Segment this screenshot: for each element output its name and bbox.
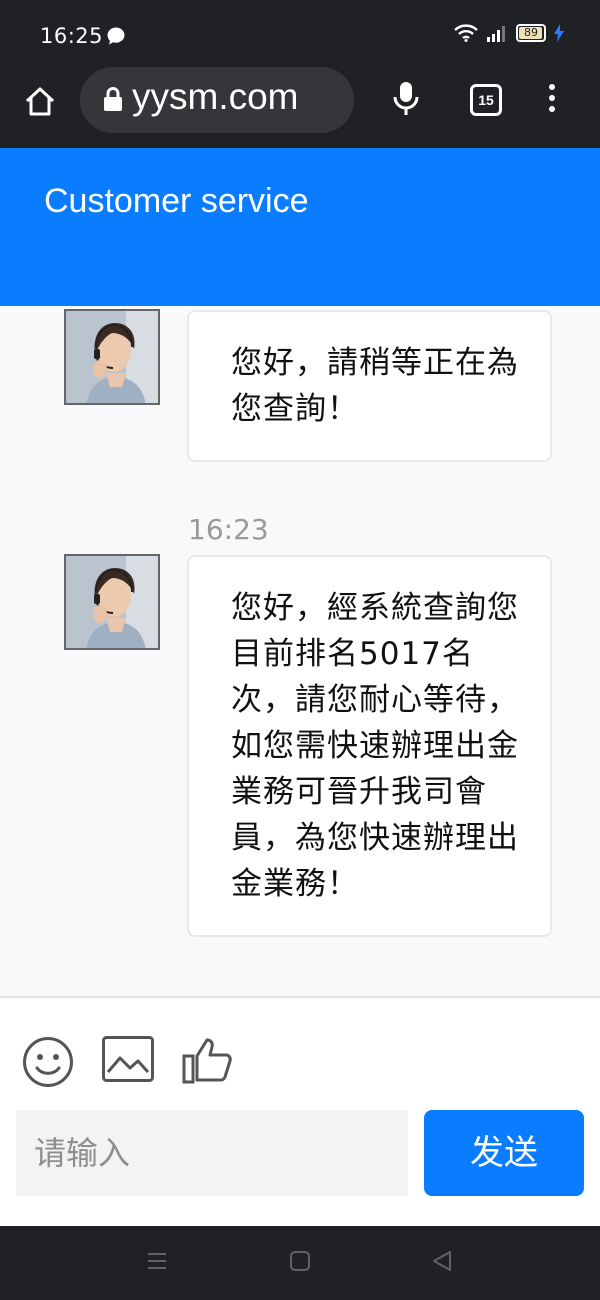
wifi-icon [454, 24, 478, 42]
send-button[interactable]: 发送 [424, 1110, 584, 1196]
status-bar: 16:25 89 [0, 0, 600, 70]
page-header: Customer service [0, 148, 600, 306]
emoji-icon[interactable] [22, 1036, 74, 1088]
signal-icon [487, 26, 505, 42]
message-composer: 发送 [0, 996, 600, 1226]
back-nav-icon[interactable] [431, 1250, 453, 1272]
battery-level: 89 [524, 26, 538, 39]
charging-icon [554, 24, 564, 42]
url-text[interactable]: yysm.com [132, 76, 354, 118]
page-title: Customer service [44, 182, 309, 220]
agent-avatar [64, 309, 160, 405]
agent-message-bubble: 您好，經系統查詢您目前排名5017名次，請您耐心等待，如您需快速辦理出金業務可晉… [187, 555, 552, 937]
message-input[interactable] [16, 1110, 408, 1196]
tab-switcher-button[interactable]: 15 [470, 84, 502, 116]
status-indicators: 89 [454, 24, 564, 42]
thumbs-up-icon[interactable] [182, 1036, 234, 1084]
chat-area[interactable]: 您好，請稍等正在為您查詢！ 16:23 您好，經系統查詢您目前排名5017名次，… [0, 306, 600, 996]
system-nav-bar [0, 1226, 600, 1300]
microphone-icon[interactable] [392, 80, 420, 118]
battery-icon: 89 [516, 24, 546, 42]
agent-avatar [64, 554, 160, 650]
message-timestamp: 16:23 [188, 513, 269, 546]
recent-apps-icon[interactable] [146, 1250, 168, 1272]
home-nav-icon[interactable] [289, 1250, 311, 1272]
overflow-menu-icon[interactable] [546, 84, 558, 116]
lock-icon [104, 87, 122, 111]
image-icon[interactable] [102, 1036, 154, 1082]
status-time: 16:25 [40, 24, 104, 48]
agent-message-bubble: 您好，請稍等正在為您查詢！ [187, 310, 552, 462]
message-notification-icon [107, 27, 125, 45]
browser-toolbar: yysm.com 15 [0, 67, 600, 148]
address-bar[interactable]: yysm.com [80, 67, 354, 133]
home-icon[interactable] [22, 84, 58, 120]
